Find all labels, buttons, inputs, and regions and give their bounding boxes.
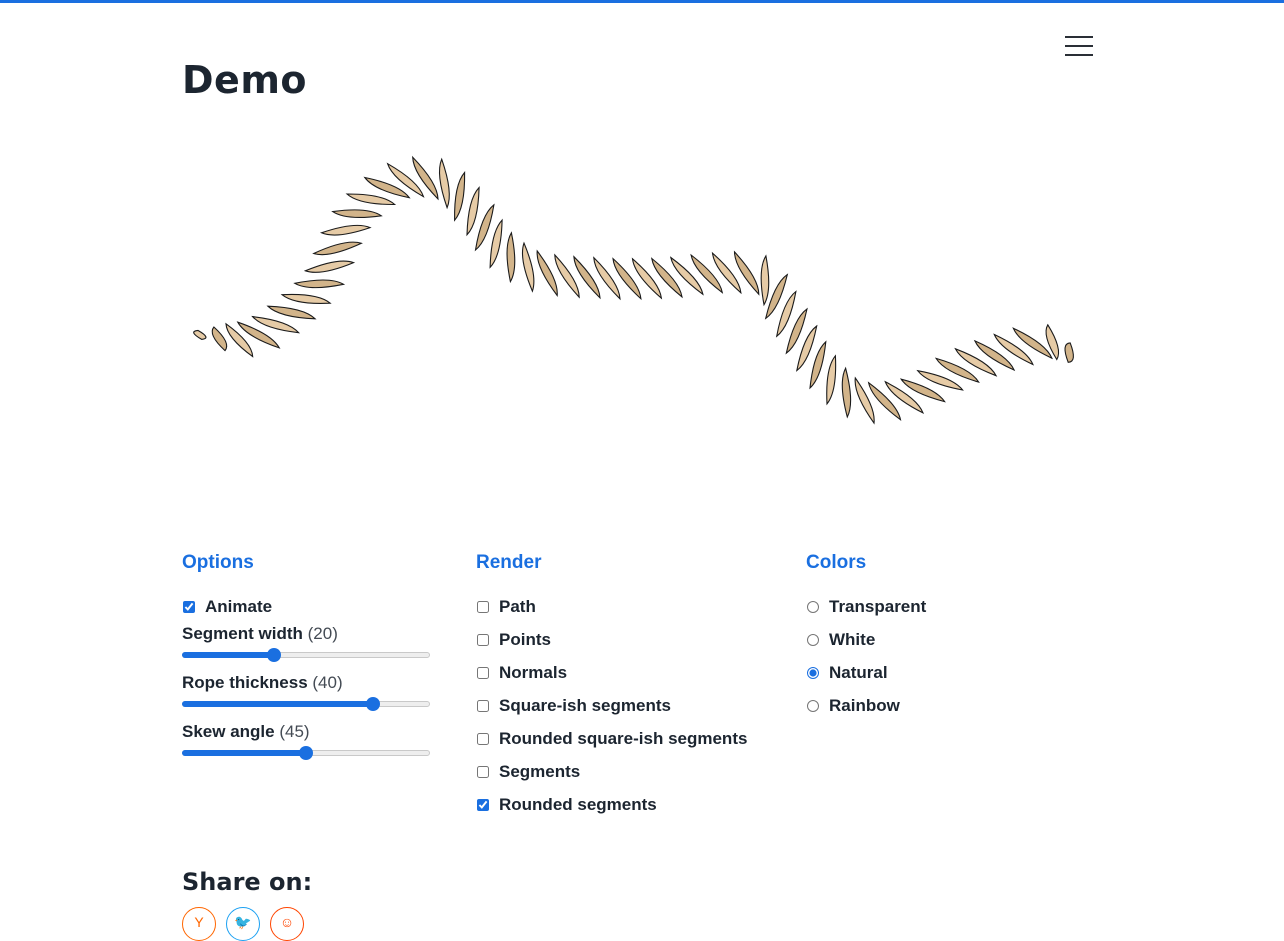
render-square-ish-segments-checkbox[interactable] [477, 699, 489, 712]
rope-segment [489, 218, 503, 269]
rope-segment [319, 224, 372, 236]
reddit-icon: ☺ [279, 914, 295, 930]
hamburger-menu-icon[interactable] [1063, 35, 1095, 57]
skew-angle-label: Skew angle (45) [182, 721, 442, 743]
render-normals-checkbox[interactable] [477, 666, 489, 679]
rope-segment [193, 329, 207, 340]
rope-segment [266, 305, 317, 320]
colors-panel: Colors Transparent White Natural Rainbow [806, 552, 1096, 722]
render-normals-label: Normals [499, 662, 568, 682]
options-panel: Options Animate Segment width (20) Rope … [182, 552, 442, 770]
skew-angle-label-text: Skew angle [182, 722, 275, 741]
render-square-ish-segments-label: Square-ish segments [499, 695, 671, 715]
render-points-label: Points [499, 629, 551, 649]
hacker-news-icon: Y [194, 914, 204, 930]
render-rounded-segments-checkbox[interactable] [477, 798, 489, 811]
animate-option[interactable]: Animate [182, 590, 442, 623]
color-natural-label: Natural [829, 662, 888, 682]
color-natural-radio[interactable] [807, 666, 819, 679]
rope-segment [303, 260, 356, 273]
render-option-square-ish-segments[interactable]: Square-ish segments [476, 689, 786, 722]
rope-segment [1064, 342, 1074, 363]
color-option-transparent[interactable]: Transparent [806, 590, 1096, 623]
color-white-label: White [829, 629, 876, 649]
rope-segment [809, 340, 827, 390]
skew-angle-value: (45) [279, 722, 310, 741]
color-option-natural[interactable]: Natural [806, 656, 1096, 689]
segment-width-label: Segment width (20) [182, 623, 442, 645]
colors-heading: Colors [806, 552, 867, 573]
rope-segment [521, 241, 535, 293]
top-accent-bar [0, 0, 1284, 3]
color-transparent-label: Transparent [829, 596, 927, 616]
rope-thickness-slider[interactable] [182, 697, 430, 711]
segment-width-label-text: Segment width [182, 624, 303, 643]
segment-width-value: (20) [307, 624, 338, 643]
reddit-share-button[interactable]: ☺ [270, 907, 304, 941]
color-white-radio[interactable] [807, 633, 819, 646]
segment-width-slider-thumb[interactable] [266, 648, 281, 662]
render-option-normals[interactable]: Normals [476, 656, 786, 689]
rope-segment [841, 366, 852, 419]
rope-thickness-slider-thumb[interactable] [365, 697, 380, 711]
twitter-share-button[interactable]: 🐦 [226, 907, 260, 941]
render-segments-label: Segments [499, 761, 581, 781]
color-option-rainbow[interactable]: Rainbow [806, 689, 1096, 722]
render-panel: Render Path Points Normals Square-ish se… [476, 552, 786, 821]
render-segments-checkbox[interactable] [477, 765, 489, 778]
render-path-checkbox[interactable] [477, 600, 489, 613]
segment-width-control: Segment width (20) [182, 623, 442, 672]
rope-segment [211, 326, 228, 352]
render-points-checkbox[interactable] [477, 633, 489, 646]
rope-segment [251, 315, 301, 334]
rope-segment [454, 171, 466, 222]
rope-segment [280, 293, 332, 304]
rope-segment [438, 157, 450, 210]
options-heading: Options [182, 552, 254, 573]
rope-thickness-label-text: Rope thickness [182, 673, 308, 692]
rope-thickness-label: Rope thickness (40) [182, 672, 442, 694]
render-rounded-square-ish-segments-checkbox[interactable] [477, 732, 489, 745]
segment-width-slider[interactable] [182, 648, 430, 662]
rope-segment [466, 186, 480, 237]
skew-angle-slider[interactable] [182, 746, 430, 760]
skew-angle-slider-thumb[interactable] [299, 746, 313, 760]
rope-segment [345, 193, 397, 206]
share-title: Share on: [182, 868, 313, 896]
rope-segment [760, 254, 770, 307]
skew-angle-control: Skew angle (45) [182, 721, 442, 770]
twitter-icon: 🐦 [234, 914, 252, 930]
animate-label: Animate [205, 596, 273, 616]
render-path-label: Path [499, 596, 536, 616]
color-rainbow-label: Rainbow [829, 695, 900, 715]
render-option-rounded-square-ish-segments[interactable]: Rounded square-ish segments [476, 722, 786, 755]
rope-segment [474, 203, 495, 252]
render-option-segments[interactable]: Segments [476, 755, 786, 788]
animate-checkbox[interactable] [183, 600, 195, 613]
page-title: Demo [182, 58, 308, 102]
render-heading: Render [476, 552, 542, 573]
rope-segment [331, 209, 383, 219]
rope-thickness-value: (40) [312, 673, 343, 692]
color-option-white[interactable]: White [806, 623, 1096, 656]
render-rounded-square-ish-segments-label: Rounded square-ish segments [499, 728, 748, 748]
rope-segment [293, 279, 346, 289]
rope-canvas [193, 155, 1074, 425]
rope-thickness-control: Rope thickness (40) [182, 672, 442, 721]
render-rounded-segments-label: Rounded segments [499, 794, 657, 814]
hacker-news-share-button[interactable]: Y [182, 907, 216, 941]
rope-segment [536, 249, 558, 297]
rope-segment [506, 231, 516, 284]
render-option-points[interactable]: Points [476, 623, 786, 656]
rope-segment [312, 241, 363, 256]
color-transparent-radio[interactable] [807, 600, 819, 613]
render-option-path[interactable]: Path [476, 590, 786, 623]
rope-segment [826, 354, 837, 406]
render-option-rounded-segments[interactable]: Rounded segments [476, 788, 786, 821]
color-rainbow-radio[interactable] [807, 699, 819, 712]
